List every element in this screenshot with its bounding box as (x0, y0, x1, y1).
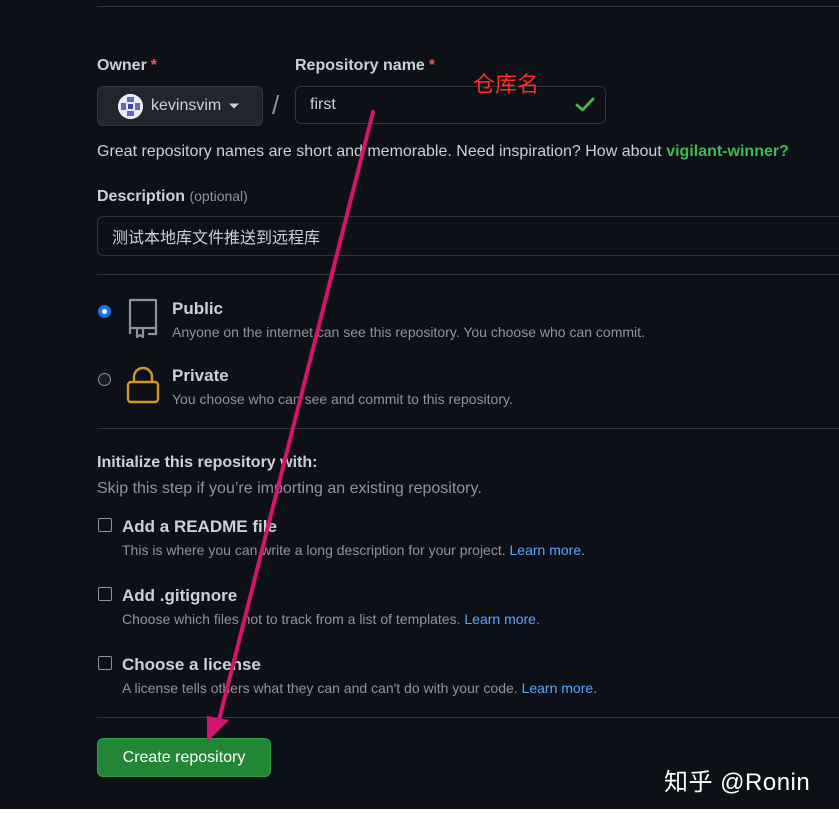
gitignore-title: Add .gitignore (122, 586, 238, 605)
create-repository-page: Owner * kevinsvim / Repository name * firs… (0, 0, 839, 809)
description-label: Description (optional) (97, 188, 248, 206)
license-checkbox[interactable] (98, 656, 112, 670)
create-repository-button[interactable]: Create repository (97, 738, 271, 777)
public-description: Anyone on the internet can see this repo… (172, 324, 645, 340)
owner-select[interactable]: kevinsvim (97, 86, 263, 126)
private-radio[interactable] (98, 373, 111, 386)
repo-name-hint-text: Great repository names are short and mem… (97, 143, 667, 160)
watermark: 知乎 @Ronin (664, 769, 811, 796)
public-title: Public (172, 299, 224, 318)
owner-repo-separator: / (272, 90, 280, 120)
initialize-divider (97, 428, 839, 429)
license-description-text: A license tells others what they can and… (122, 680, 522, 696)
license-learn-more-link[interactable]: Learn more. (522, 680, 597, 696)
description-input[interactable]: 测试本地库文件推送到远程库 (97, 216, 839, 256)
repository-name-value: first (310, 96, 336, 113)
initialize-title: Initialize this repository with: (97, 454, 318, 471)
chevron-down-icon (229, 97, 240, 115)
license-title: Choose a license (122, 655, 261, 674)
gitignore-learn-more-link[interactable]: Learn more. (464, 611, 539, 627)
gitignore-description-text: Choose which files not to track from a l… (122, 611, 465, 627)
description-value: 测试本地库文件推送到远程库 (112, 230, 321, 247)
public-radio[interactable] (98, 305, 111, 318)
owner-required-marker: * (150, 57, 158, 74)
annotation-label: 仓库名 (473, 72, 540, 97)
private-description: You choose who can see and commit to thi… (172, 391, 513, 407)
readme-description-text: This is where you can write a long descr… (122, 542, 510, 558)
submit-divider (97, 717, 839, 718)
readme-learn-more-link[interactable]: Learn more. (510, 542, 585, 558)
description-label-text: Description (97, 188, 186, 205)
repo-icon (124, 298, 160, 343)
top-divider (97, 6, 839, 7)
description-optional: (optional) (189, 188, 248, 204)
gitignore-description: Choose which files not to track from a l… (122, 611, 540, 627)
gitignore-checkbox[interactable] (98, 587, 112, 601)
readme-checkbox[interactable] (98, 518, 112, 532)
repository-name-input[interactable]: first (295, 86, 606, 124)
owner-label-text: Owner (97, 57, 147, 74)
license-description: A license tells others what they can and… (122, 680, 597, 696)
readme-description: This is where you can write a long descr… (122, 542, 585, 558)
owner-avatar (118, 93, 143, 119)
repo-name-label-text: Repository name (295, 57, 425, 74)
private-title: Private (172, 366, 229, 385)
lock-icon (125, 366, 161, 411)
repo-name-label: Repository name * (295, 57, 435, 75)
check-icon (575, 97, 595, 118)
initialize-subtitle: Skip this step if you’re importing an ex… (97, 480, 482, 497)
readme-title: Add a README file (122, 517, 277, 536)
visibility-divider (97, 274, 839, 275)
repo-name-required-marker: * (428, 57, 436, 74)
repo-name-hint: Great repository names are short and mem… (97, 143, 789, 161)
owner-name: kevinsvim (151, 97, 222, 114)
name-suggestion-link[interactable]: vigilant-winner? (666, 143, 789, 160)
owner-label: Owner * (97, 57, 157, 75)
